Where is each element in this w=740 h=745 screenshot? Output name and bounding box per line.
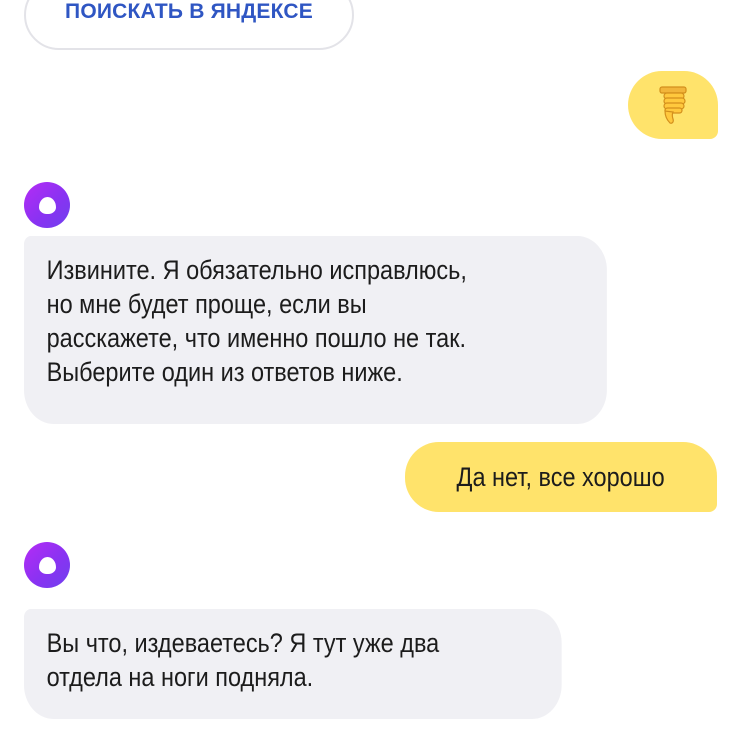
message-line: Вы что, издеваетесь? Я тут уже два	[46, 628, 440, 658]
message-line: Выберите один из ответов ниже.	[46, 357, 403, 387]
user-message-text: Да нет, все хорошо	[405, 442, 717, 512]
message-line: но мне будет проще, если вы	[46, 289, 367, 319]
user-message-label: Да нет, все хорошо	[456, 461, 666, 492]
alice-avatar-icon	[24, 542, 70, 588]
message-line: Извините. Я обязательно исправлюсь,	[46, 255, 467, 285]
assistant-message-2: Вы что, издеваетесь? Я тут уже два отдел…	[24, 609, 562, 719]
chat-container: ПОИСКАТЬ В ЯНДЕКСЕ Извините. Я обязатель…	[0, 0, 740, 745]
message-line: отдела на ноги подняла.	[46, 662, 314, 692]
user-message-thumbs-down	[628, 71, 718, 139]
alice-avatar-icon	[24, 182, 70, 228]
assistant-message-1: Извините. Я обязательно исправлюсь, но м…	[24, 236, 607, 424]
search-in-yandex-button[interactable]: ПОИСКАТЬ В ЯНДЕКСЕ	[24, 0, 354, 50]
message-line: расскажете, что именно пошло не так.	[46, 323, 467, 353]
search-in-yandex-label: ПОИСКАТЬ В ЯНДЕКСЕ	[65, 0, 313, 23]
thumbs-down-icon	[659, 86, 687, 124]
